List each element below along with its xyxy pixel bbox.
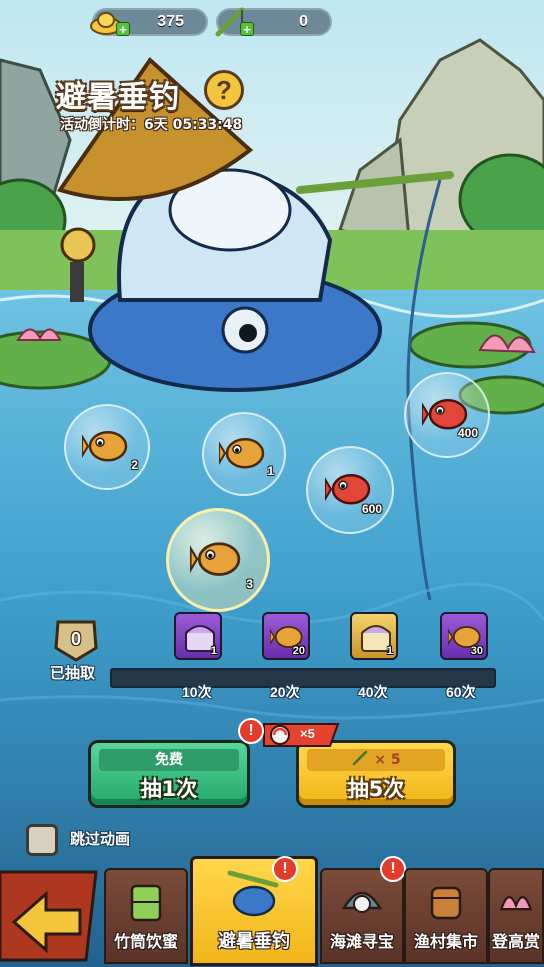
skip-animation-checkbox[interactable] [26, 824, 58, 856]
alert-icon: ! [238, 718, 264, 744]
bamboo-cup-icon [130, 884, 162, 922]
milestone-reward-60[interactable]: 30 [440, 612, 488, 660]
milestone-label: 60次 [446, 684, 476, 700]
reward-quantity: 30 [470, 645, 483, 657]
gold-ingot-counter: + 375 [90, 8, 208, 37]
draw-five-label: 抽5次 [347, 777, 405, 801]
milestone-label: 10次 [182, 684, 212, 700]
draw-once-label: 抽1次 [140, 777, 198, 801]
fish-count: 600 [361, 502, 382, 516]
alert-icon: ! [380, 856, 406, 882]
help-button[interactable]: ? [204, 70, 244, 110]
add-rod-button[interactable]: + [240, 22, 254, 37]
fish-count: 3 [246, 577, 253, 591]
draw-count-value: 0 [70, 629, 81, 649]
fish-bubble[interactable]: 2 [64, 404, 150, 490]
golden-fish-icon [190, 542, 241, 576]
reward-quantity: 1 [210, 645, 217, 657]
fishing-rod-counter: + 0 [215, 7, 332, 37]
free-label: 免费 [99, 749, 239, 771]
reward-quantity: 20 [292, 645, 305, 657]
fish-count: 1 [267, 464, 274, 478]
draw-five-cost: × 5 [307, 749, 445, 771]
golden-fish-icon [219, 437, 265, 469]
fishing-rod-value: 0 [299, 13, 308, 30]
gold-ingot-value: 375 [157, 13, 184, 30]
alert-icon: ! [272, 856, 298, 882]
fish-bubble[interactable]: 1 [202, 412, 286, 496]
fish-bubble-highlighted[interactable]: 3 [166, 508, 270, 612]
shell-pearl-icon [341, 891, 383, 913]
tab-label: 登高赏 [492, 932, 541, 951]
lotus-icon [499, 896, 533, 911]
milestone-label: 20次 [270, 684, 300, 700]
tab-bamboo-honey[interactable]: 竹筒饮蜜 [104, 868, 188, 964]
fishing-rod-icon [353, 750, 368, 766]
fish-count: 2 [131, 458, 138, 472]
fish-bubble[interactable]: 400 [404, 372, 490, 458]
tab-fishing-village-market[interactable]: 渔村集市 [404, 868, 488, 964]
barrel-icon [430, 886, 462, 920]
tab-label: 渔村集市 [413, 932, 478, 951]
tab-label: 避暑垂钓 [218, 931, 290, 952]
event-countdown: 活动倒计时：6天 05:33:48 [60, 117, 243, 133]
reward-quantity: 1 [386, 645, 393, 657]
back-button[interactable] [0, 866, 100, 962]
skip-animation-label: 跳过动画 [70, 830, 131, 848]
milestone-reward-20[interactable]: 20 [262, 612, 310, 660]
tab-climb-view[interactable]: 登高赏 [488, 868, 544, 964]
milestone-reward-10[interactable]: 1 [174, 612, 222, 660]
golden-fish-icon [82, 430, 128, 462]
tab-beach-treasure[interactable]: 海滩寻宝 [320, 868, 404, 964]
page-title: 避暑垂钓 [56, 80, 180, 115]
draw-five-cost-text: × 5 [374, 752, 401, 768]
milestone-reward-40[interactable]: 1 [350, 612, 398, 660]
fish-bubble[interactable]: 600 [306, 446, 394, 534]
draw-once-free-button[interactable]: 免费 抽1次 [88, 740, 250, 808]
milestone-progress-bar [110, 668, 496, 688]
bonus-tag-text: ×5 [300, 726, 315, 741]
draw-five-button[interactable]: × 5 抽5次 [296, 740, 456, 808]
draw-count-label: 已抽取 [50, 664, 96, 682]
tab-summer-fishing[interactable]: 避暑垂钓 [190, 856, 318, 966]
tab-label: 海滩寻宝 [329, 932, 394, 951]
add-gold-button[interactable]: + [116, 22, 130, 37]
milestone-label: 40次 [358, 684, 388, 700]
fish-count: 400 [457, 426, 478, 440]
tab-label: 竹筒饮蜜 [113, 932, 178, 951]
